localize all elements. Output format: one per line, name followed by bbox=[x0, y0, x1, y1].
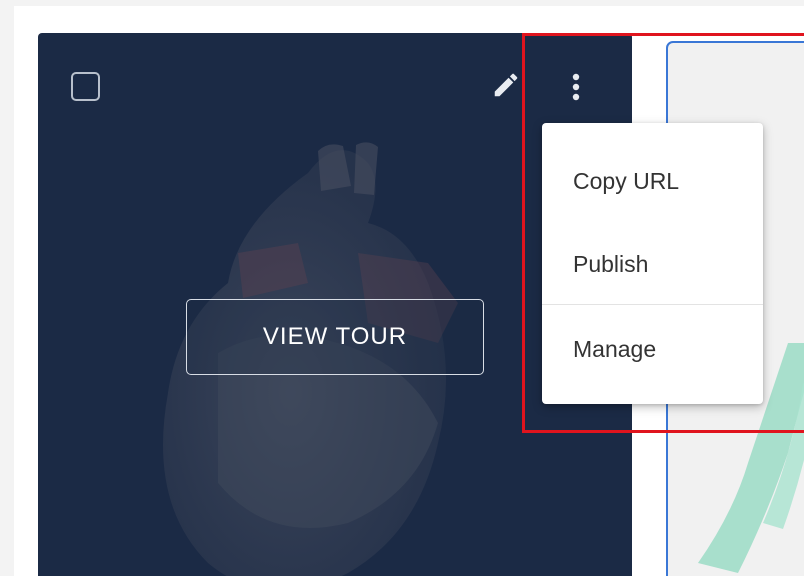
page: VIEW TOUR Copy URL Publish Manage bbox=[0, 0, 804, 576]
menu-item-publish[interactable]: Publish bbox=[542, 224, 763, 304]
more-vertical-icon bbox=[572, 73, 580, 101]
options-menu: Copy URL Publish Manage bbox=[542, 123, 763, 404]
pencil-icon bbox=[494, 73, 518, 97]
menu-item-copy-url[interactable]: Copy URL bbox=[542, 141, 763, 221]
view-tour-button[interactable]: VIEW TOUR bbox=[186, 299, 484, 375]
more-options-button[interactable] bbox=[560, 67, 592, 107]
select-checkbox[interactable] bbox=[71, 72, 100, 101]
menu-divider bbox=[542, 304, 763, 305]
menu-item-manage[interactable]: Manage bbox=[542, 309, 763, 389]
edit-button[interactable] bbox=[488, 67, 524, 103]
